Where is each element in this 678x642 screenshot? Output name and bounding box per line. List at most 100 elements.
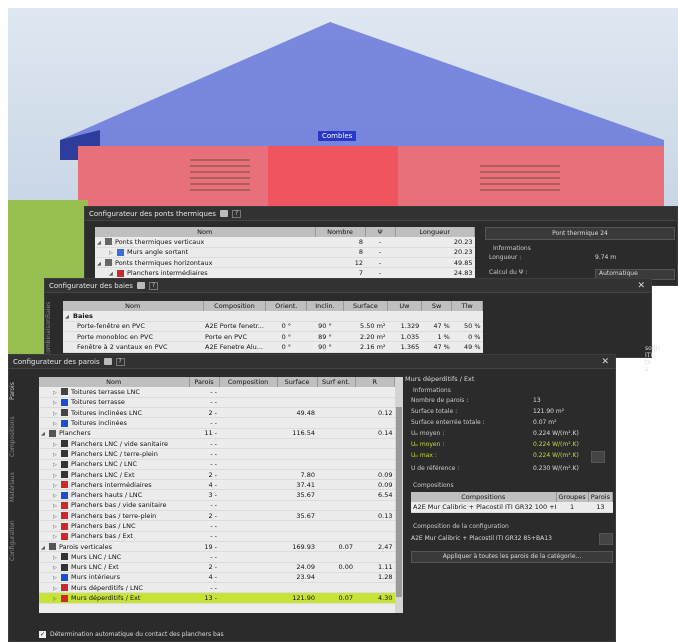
table-row[interactable]: ▷ Murs déperditifs / Ext 13 -121.90 0.07 4.3… bbox=[39, 592, 395, 604]
table-row[interactable]: ▷ Murs LNC / Ext 2 -24.09 0.00 1.11 bbox=[39, 562, 395, 573]
tab-configuration[interactable]: Configuration bbox=[9, 511, 25, 571]
table-row[interactable]: ◢ Baies bbox=[63, 311, 483, 322]
table-row[interactable]: ▷ Murs intérieurs 4 -23.94 1.28 bbox=[39, 572, 395, 584]
scroll-thumb[interactable] bbox=[396, 407, 402, 597]
table-row[interactable]: ▷ Toitures inclinées - - bbox=[39, 417, 395, 429]
table-row[interactable]: ▷ Planchers bas / LNC - - bbox=[39, 520, 395, 532]
table-row[interactable]: ▷ Toitures terrasse LNC - - bbox=[39, 387, 395, 398]
table-row[interactable]: ▷ Planchers bas / vide sanitaire - - bbox=[39, 500, 395, 512]
table-row[interactable]: ▷ Planchers bas / terre-plein 2 -35.67 0.13 bbox=[39, 510, 395, 522]
table-row[interactable]: ▷ Toitures terrasse - - bbox=[39, 397, 395, 409]
category-color-icon bbox=[61, 553, 68, 561]
collapsed-triangle-icon[interactable]: ▷ bbox=[53, 473, 61, 479]
roof bbox=[60, 22, 664, 150]
checkbox-checked-icon[interactable]: ✓ bbox=[39, 631, 46, 638]
category-color-icon bbox=[61, 532, 68, 540]
close-icon[interactable]: ✕ bbox=[601, 357, 609, 367]
category-color-icon bbox=[61, 501, 68, 509]
collapsed-triangle-icon[interactable]: ▷ bbox=[53, 493, 61, 499]
category-color-icon bbox=[61, 460, 68, 468]
close-icon[interactable]: ✕ bbox=[637, 281, 645, 291]
category-color-icon bbox=[61, 450, 68, 458]
collapsed-triangle-icon[interactable]: ▷ bbox=[53, 421, 61, 427]
table-row[interactable]: Fenêtre à 2 vantaux en PVC A2E Fenetre Al… bbox=[63, 341, 483, 353]
table-row[interactable]: ▷ Planchers hauts / LNC 3 -35.67 6.54 bbox=[39, 489, 395, 501]
footer-checkbox-row[interactable]: ✓ Détermination automatique du contact d… bbox=[39, 631, 224, 638]
ponts-title: Configurateur des ponts thermiques bbox=[89, 209, 216, 218]
parois-table: Nom Parois Composition Surface Surf ent.… bbox=[39, 377, 395, 613]
config-value: A2E Mur Calibric + Placostil ITI GR32 85… bbox=[411, 535, 552, 543]
collapsed-triangle-icon[interactable]: ▷ bbox=[53, 524, 61, 530]
col-nom[interactable]: Nom bbox=[95, 227, 316, 237]
ponts-titlebar[interactable]: Configurateur des ponts thermiques ? bbox=[85, 207, 677, 221]
col-nombre[interactable]: Nombre bbox=[315, 227, 366, 237]
parois-side-panel: Murs déperditifs / Ext Informations Nomb… bbox=[405, 375, 614, 563]
collapsed-triangle-icon[interactable]: ▷ bbox=[53, 390, 61, 396]
info-fields: Nombre de parois :13 Surface totale :121… bbox=[405, 397, 613, 474]
table-row[interactable]: ▷ Murs LNC / LNC - - bbox=[39, 551, 395, 563]
collapsed-triangle-icon[interactable]: ▷ bbox=[53, 586, 61, 592]
collapsed-triangle-icon[interactable]: ▷ bbox=[53, 411, 61, 417]
table-row[interactable]: ▷ Planchers bas / Ext - - bbox=[39, 531, 395, 542]
collapsed-triangle-icon[interactable]: ▷ bbox=[53, 452, 61, 458]
ponts-window: Configurateur des ponts thermiques ? Nom… bbox=[84, 206, 678, 286]
scrollbar[interactable] bbox=[395, 377, 403, 613]
menu-icon[interactable] bbox=[103, 358, 112, 365]
collapsed-triangle-icon[interactable]: ▷ bbox=[53, 555, 61, 561]
category-color-icon bbox=[61, 419, 68, 427]
help-icon[interactable]: ? bbox=[115, 357, 125, 366]
col-psi[interactable]: Ψ bbox=[365, 227, 396, 237]
collapsed-triangle-icon[interactable]: ▷ bbox=[53, 575, 61, 581]
edit-config-button[interactable] bbox=[599, 532, 613, 545]
table-row[interactable]: ▷ Planchers LNC / Ext 2 -7.80 0.09 bbox=[39, 469, 395, 481]
category-color-icon bbox=[61, 522, 68, 530]
collapsed-triangle-icon[interactable]: ▷ bbox=[53, 483, 61, 489]
pont-header[interactable]: Pont thermique 24 bbox=[485, 227, 675, 240]
col-longueur[interactable]: Longueur bbox=[395, 227, 475, 237]
table-row[interactable]: ▷ Planchers intermédiaires 4 -37.41 0.09 bbox=[39, 479, 395, 491]
table-row[interactable]: ▷ Murs déperditifs / LNC - - bbox=[39, 582, 395, 594]
table-row[interactable]: Porte-fenêtre en PVC A2E Porte fenetr... 0… bbox=[63, 321, 483, 333]
tab-compositions[interactable]: Compositions bbox=[9, 411, 25, 463]
table-row[interactable]: ▷ Planchers LNC / vide sanitaire - - bbox=[39, 438, 395, 450]
tab-combinaison[interactable]: Combinaison bbox=[45, 318, 61, 357]
table-row[interactable]: Porte monobloc en PVC Porte en PVC 0 ° 89 °… bbox=[63, 331, 483, 343]
table-row[interactable]: ◢ Ponts thermiques verticaux 8-20.23 bbox=[95, 237, 475, 248]
help-icon[interactable]: ? bbox=[231, 209, 241, 218]
parois-titlebar[interactable]: Configurateur des parois ? ✕ bbox=[9, 355, 615, 369]
category-color-icon bbox=[61, 409, 68, 417]
table-row[interactable]: ◢ Parois verticales 19 -169.93 0.07 2.47 bbox=[39, 541, 395, 553]
baies-titlebar[interactable]: Configurateur des baies ? ✕ bbox=[45, 279, 651, 293]
table-row[interactable]: ◢ Planchers 11 -116.54 0.14 bbox=[39, 428, 395, 439]
collapsed-triangle-icon[interactable]: ▷ bbox=[53, 503, 61, 509]
collapsed-triangle-icon[interactable]: ▷ bbox=[53, 442, 61, 448]
menu-icon[interactable] bbox=[219, 210, 228, 217]
collapsed-triangle-icon[interactable]: ▷ bbox=[53, 596, 61, 602]
tab-parois[interactable]: Parois bbox=[9, 373, 25, 409]
apply-all-button[interactable]: Appliquer à toutes les parois de la caté… bbox=[411, 550, 613, 563]
parois-title: Configurateur des parois bbox=[13, 357, 100, 366]
help-icon[interactable]: ? bbox=[148, 281, 158, 290]
table-row[interactable]: ▷ Planchers LNC / LNC - - bbox=[39, 459, 395, 470]
collapsed-triangle-icon[interactable]: ▷ bbox=[53, 534, 61, 540]
parois-window: Configurateur des parois ? ✕ Parois Comp… bbox=[8, 354, 616, 642]
table-row[interactable]: ▷ Murs angle sortant 8-20.23 bbox=[95, 247, 475, 259]
table-row[interactable]: ◢ Planchers intermédiaires 7-24.83 bbox=[95, 267, 475, 279]
category-color-icon bbox=[61, 584, 68, 592]
table-row[interactable]: ▷ Toitures inclinées LNC 2 -49.48 0.12 bbox=[39, 407, 395, 419]
category-color-icon bbox=[49, 429, 56, 437]
collapsed-triangle-icon[interactable]: ▷ bbox=[53, 400, 61, 406]
table-row[interactable]: ◢ Ponts thermiques horizontaux 12-49.85 bbox=[95, 257, 475, 269]
tab-materiaux[interactable]: Matériaux bbox=[9, 465, 25, 509]
collapsed-triangle-icon[interactable]: ▷ bbox=[53, 514, 61, 520]
table-row[interactable]: ▷ Planchers LNC / terre-plein - - bbox=[39, 448, 395, 460]
category-color-icon bbox=[61, 491, 68, 499]
edit-reference-button[interactable] bbox=[591, 451, 605, 463]
expanded-triangle-icon[interactable]: ◢ bbox=[41, 545, 49, 551]
collapsed-triangle-icon[interactable]: ▷ bbox=[53, 565, 61, 571]
selection-header: Murs déperditifs / Ext bbox=[405, 375, 475, 383]
table-row[interactable]: A2E Mur Calibric + Placostil ITI GR32 10… bbox=[411, 502, 613, 513]
menu-icon[interactable] bbox=[136, 282, 145, 289]
expanded-triangle-icon[interactable]: ◢ bbox=[41, 431, 49, 437]
collapsed-triangle-icon[interactable]: ▷ bbox=[53, 462, 61, 468]
